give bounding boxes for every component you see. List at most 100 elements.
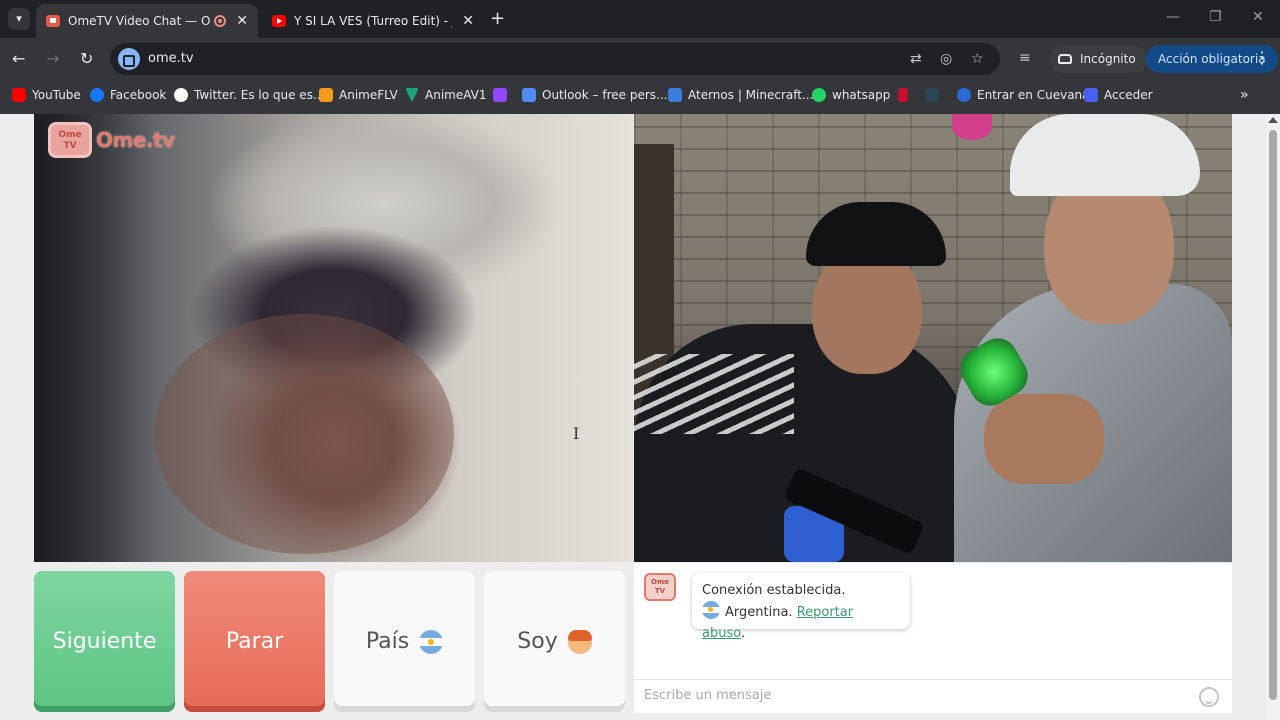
report-suffix: . <box>740 626 746 641</box>
local-video: Ome TV Ome.tv I <box>34 114 633 562</box>
bookmark-facebook[interactable]: Facebook <box>90 88 166 102</box>
translate-icon[interactable]: ⇄ <box>910 51 922 67</box>
bookmark-label: Acceder <box>1104 88 1153 102</box>
back-icon[interactable]: ← <box>12 49 25 68</box>
tab-title: Y SI LA VES (Turreo Edit) - Jona <box>294 14 452 28</box>
bookmark-red-site[interactable] <box>898 88 914 102</box>
tab-youtube-video[interactable]: Y SI LA VES (Turreo Edit) - Jona ✕ <box>262 4 484 38</box>
video-shadow <box>34 114 154 562</box>
tab-close-icon[interactable]: ✕ <box>462 13 474 29</box>
bookmark-label: whatsapp <box>832 88 891 102</box>
stop-button[interactable]: Parar <box>184 571 325 712</box>
gender-button[interactable]: Soy <box>484 571 625 712</box>
system-message: Conexión establecida. Argentina. Reporta… <box>692 573 910 641</box>
text-cursor-icon: I <box>573 424 580 443</box>
chat-panel: Ome TV Conexión establecida. Argentina. … <box>634 563 1232 713</box>
bookmark-animeflv[interactable]: AnimeFLV <box>319 88 398 102</box>
message-input[interactable]: Escribe un mensaje <box>634 679 1232 713</box>
tab-title: OmeTV Video Chat — Ome <box>68 14 211 28</box>
facebook-icon <box>90 88 104 102</box>
white-cap <box>1010 114 1200 196</box>
animeav1-icon <box>405 88 419 102</box>
twitch-icon <box>493 88 507 102</box>
tab-search-chevron-icon[interactable]: ▾ <box>8 8 30 30</box>
blurred-face <box>154 314 454 554</box>
tab-ometv[interactable]: OmeTV Video Chat — Ome ✕ <box>36 4 258 38</box>
aternos-icon <box>668 88 682 102</box>
bookmark-star-icon[interactable]: ☆ <box>971 51 984 67</box>
media-controls-icon[interactable]: ≡ <box>1019 50 1031 66</box>
more-menu-icon[interactable]: ⋮ <box>1254 48 1270 67</box>
eye-off-icon[interactable]: ◎ <box>940 51 952 67</box>
incognito-indicator[interactable]: Incógnito <box>1050 45 1148 73</box>
reload-icon[interactable]: ↻ <box>80 49 93 68</box>
window-close-icon[interactable]: ✕ <box>1252 9 1264 25</box>
country-name: Argentina. <box>725 605 793 620</box>
tab-strip: ▾ OmeTV Video Chat — Ome ✕ Y SI LA VES (… <box>0 0 1280 38</box>
country-button-label: País <box>365 629 410 654</box>
scrollbar-thumb[interactable] <box>1269 130 1277 700</box>
bookmark-outlook[interactable]: Outlook – free pers... <box>522 88 667 102</box>
bookmark-acceder[interactable]: Acceder <box>1084 88 1153 102</box>
emoji-icon[interactable] <box>1199 687 1219 707</box>
ometv-logo: Ome TV Ome.tv <box>48 122 175 158</box>
red-bookmark-icon <box>898 88 908 102</box>
remote-video <box>634 114 1232 562</box>
ometv-chat-icon: Ome TV <box>644 573 676 601</box>
restore-icon[interactable]: ❐ <box>1209 9 1222 25</box>
ometv-favicon-icon <box>46 15 60 27</box>
bookmark-label: Entrar en Cuevana <box>977 88 1090 102</box>
whatsapp-icon <box>812 88 826 102</box>
boy-emoji-icon <box>567 629 592 654</box>
ometv-page: Ome TV Ome.tv I Siguiente Parar País Soy… <box>0 114 1280 720</box>
address-bar[interactable]: ome.tv ⇄ ◎ ☆ <box>110 43 1000 75</box>
cuevana-icon <box>957 88 971 102</box>
bookmark-label: Facebook <box>110 88 167 102</box>
steam-icon <box>925 88 939 102</box>
scroll-up-icon[interactable] <box>1268 117 1278 123</box>
url-text: ome.tv <box>148 51 194 66</box>
bookmark-label: Twitter. Es lo que es... <box>194 88 325 102</box>
youtube-icon <box>12 88 26 102</box>
recording-indicator-icon <box>214 15 227 27</box>
country-button[interactable]: País <box>334 571 475 712</box>
bookmark-cuevana[interactable]: Entrar en Cuevana <box>957 88 1090 102</box>
next-button[interactable]: Siguiente <box>34 571 175 712</box>
connection-status: Conexión establecida. <box>702 583 846 598</box>
animeflv-icon <box>319 88 333 102</box>
bookmark-animeav1[interactable]: AnimeAV1 <box>405 88 487 102</box>
bookmark-label: Aternos | Minecraft... <box>688 88 814 102</box>
country-line: Argentina. Reportar abuso. <box>702 601 900 644</box>
bookmark-label: YouTube <box>32 88 81 102</box>
acceder-icon <box>1084 88 1098 102</box>
ometv-tv-icon: Ome TV <box>48 122 92 158</box>
bookmark-whatsapp[interactable]: whatsapp <box>812 88 890 102</box>
incognito-icon <box>1058 54 1072 64</box>
argentina-flag-icon <box>702 601 720 619</box>
bookmark-label: AnimeAV1 <box>425 88 487 102</box>
bookmark-twitch[interactable] <box>493 88 513 102</box>
forward-icon[interactable]: → <box>46 49 59 68</box>
youtube-favicon-icon <box>272 15 286 27</box>
message-placeholder: Escribe un mensaje <box>644 688 772 703</box>
argentina-flag-icon <box>419 629 444 654</box>
balloon <box>952 114 992 140</box>
google-icon <box>174 88 188 102</box>
gender-button-label: Soy <box>517 629 558 654</box>
bookmark-label: AnimeFLV <box>339 88 398 102</box>
bookmark-label: Outlook – free pers... <box>542 88 668 102</box>
site-info-icon[interactable] <box>118 48 140 70</box>
more-bookmarks-icon[interactable]: » <box>1240 87 1249 103</box>
new-tab-button[interactable]: + <box>490 8 505 29</box>
bookmark-steam[interactable] <box>925 88 945 102</box>
ometv-logo-text: Ome.tv <box>96 128 175 152</box>
hand <box>984 394 1104 484</box>
jacket-stripes <box>634 354 794 434</box>
bookmark-aternos[interactable]: Aternos | Minecraft... <box>668 88 813 102</box>
browser-toolbar: ← → ↻ ome.tv ⇄ ◎ ☆ ≡ Incógnito Acción ob… <box>0 38 1280 80</box>
bookmark-youtube[interactable]: YouTube <box>12 88 81 102</box>
minimize-icon[interactable]: — <box>1166 9 1180 25</box>
bookmark-twitter[interactable]: Twitter. Es lo que es... <box>174 88 324 102</box>
outlook-icon <box>522 88 536 102</box>
tab-close-icon[interactable]: ✕ <box>236 13 248 29</box>
